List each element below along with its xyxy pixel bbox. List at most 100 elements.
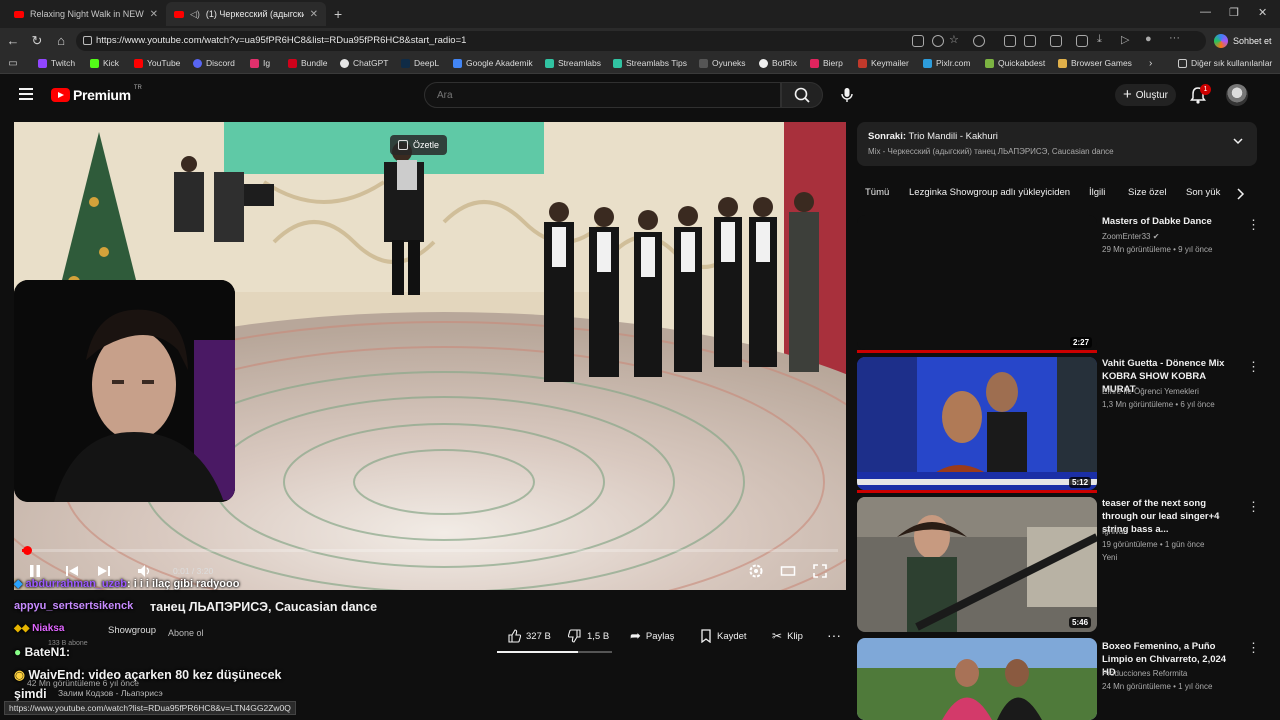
chip-uploader[interactable]: Lezginka Showgroup adlı yükleyiciden [901,182,1078,204]
more-options-icon[interactable]: ⋮ [1247,217,1260,233]
bookmark-twitch[interactable]: Twitch [38,58,75,68]
up-next-song: Trio Mandili - Kakhuri [908,131,998,142]
maximize-icon[interactable]: ❐ [1229,6,1239,19]
search-input[interactable] [425,83,755,107]
bookmark-browser-games[interactable]: Browser Games [1058,58,1132,68]
share-icon[interactable]: ▷ [1121,33,1129,46]
playlist-up-next-panel[interactable]: Sonraki: Trio Mandili - Kakhuri Mix - Че… [857,122,1257,166]
collections-icon[interactable] [1076,35,1088,47]
save-button[interactable]: Kaydet [690,624,757,648]
video-duration: 5:46 [1069,617,1092,628]
reading-list-icon[interactable]: ▭ [5,56,21,72]
close-tab-icon[interactable]: ✕ [310,9,318,20]
copilot-button[interactable]: Sohbet et [1214,31,1272,51]
bookmark-pixlr[interactable]: Pixlr.com [923,58,970,68]
search-button[interactable] [781,82,823,108]
video-thumbnail[interactable] [857,638,1097,720]
bookmark-google-akademik[interactable]: Google Akademik [453,58,533,68]
split-screen-icon[interactable] [1004,35,1016,47]
bookmark-streamlabs-tips[interactable]: Streamlabs Tips [613,58,687,68]
dislike-button[interactable]: 1,5 B [558,624,619,648]
close-tab-icon[interactable]: ✕ [150,9,158,20]
bookmarks-more-chevron-icon[interactable]: › [1149,58,1152,69]
chip-recent[interactable]: Son yük [1178,182,1228,204]
clip-button[interactable]: ✂ Klip [762,624,813,648]
youtube-logo-icon [51,88,70,102]
favorite-star-icon[interactable]: ☆ [949,33,959,46]
recommended-video[interactable]: 5:46 teaser of the next song through our… [857,497,1260,632]
more-options-icon[interactable]: ⋮ [1247,640,1260,656]
chat-message: ● BateN1: [14,645,70,659]
bookmark-bierp[interactable]: Bierp [810,58,843,68]
chevron-down-icon[interactable] [1233,136,1243,146]
video-thumbnail[interactable] [857,357,1097,490]
minimize-icon[interactable]: — [1200,6,1211,18]
download-icon[interactable]: ⤓ [1097,33,1102,46]
chip-all[interactable]: Tümü [857,182,897,204]
hamburger-menu-icon[interactable] [19,88,33,100]
app-install-icon[interactable] [912,35,924,47]
back-icon[interactable]: ← [5,33,21,49]
close-window-icon[interactable]: ✕ [1258,6,1267,19]
chip-for-you[interactable]: Size özel [1120,182,1175,204]
menu-dots-icon[interactable]: ··· [1169,32,1180,44]
sidebar-icon[interactable] [1050,35,1062,47]
bookmark-chatgpt[interactable]: ChatGPT [340,58,388,68]
more-actions-icon[interactable]: ··· [822,624,846,648]
speaker-icon[interactable]: ◁) [190,9,200,20]
recommended-channel[interactable]: Producciones Reformita [1102,669,1187,678]
bookmark-oyuneks[interactable]: Oyuneks [699,58,746,68]
chevron-right-icon[interactable] [1232,186,1248,202]
theater-mode-icon[interactable] [780,563,796,579]
video-progress-bar[interactable] [22,549,838,552]
puzzle-icon[interactable] [1024,35,1036,47]
bookmark-keymailer[interactable]: Keymailer [858,58,909,68]
browser-tab-active[interactable]: ◁) (1) Черкесский (адыгский) та... ✕ [166,2,326,26]
fullscreen-icon[interactable] [812,563,828,579]
progress-scrubber-handle[interactable] [23,546,32,555]
profile-icon[interactable]: ● [1145,33,1152,45]
bookmark-ig[interactable]: Ig [250,58,270,68]
recommended-channel[interactable]: Emre İle Öğrenci Yemekleri [1102,387,1199,396]
share-button[interactable]: ➦ Paylaş [620,624,684,648]
youtube-premium-logo[interactable]: Premium TR [51,85,142,103]
bookmark-discord[interactable]: Discord [193,58,235,68]
recommended-video[interactable]: 5:12 Vahit Guetta - Dönence Mix KOBRA SH… [857,357,1260,490]
tracking-icon[interactable] [932,35,944,47]
home-icon[interactable]: ⌂ [53,33,69,49]
other-favorites-folder[interactable]: Diğer sık kullanılanlar [1178,58,1272,68]
more-options-icon[interactable]: ⋮ [1247,499,1260,515]
video-thumbnail[interactable] [857,215,1097,350]
bookmark-streamlabs[interactable]: Streamlabs [545,58,601,68]
video-thumbnail[interactable] [857,497,1097,632]
bookmark-kick[interactable]: Kick [90,58,119,68]
settings-gear-icon[interactable] [748,563,764,579]
chip-related[interactable]: İlgili [1081,182,1113,204]
reload-icon[interactable]: ↻ [29,33,45,49]
bookmark-deepl[interactable]: DeepL [401,58,439,68]
summarize-button[interactable]: Özetle [390,135,448,155]
browser-tab[interactable]: Relaxing Night Walk in NEW YORK ✕ [6,2,166,26]
voice-search-button[interactable] [835,83,859,107]
subscribe-button[interactable]: Abone ol [168,628,204,638]
channel-name[interactable]: Showgroup [108,625,156,636]
bookmark-label: Discord [206,58,235,68]
new-tab-icon[interactable]: + [334,6,342,22]
recommended-video[interactable]: 2:27 Masters of Dabke Dance ZoomEnter33 … [857,215,1260,350]
recommended-channel[interactable]: Ignivar [1102,527,1126,536]
like-button[interactable]: 327 B [497,624,561,648]
url-field[interactable]: https://www.youtube.com/watch?v=ua95fPR6… [76,31,1206,51]
extension-icon[interactable] [973,35,985,47]
bookmark-quickabdest[interactable]: Quickabdest [985,58,1045,68]
browser-tab-bar: Relaxing Night Walk in NEW YORK ✕ ◁) (1)… [0,0,1280,28]
recommended-title[interactable]: Masters of Dabke Dance [1102,215,1232,228]
recommended-channel[interactable]: ZoomEnter33 ✔ [1102,232,1159,241]
bookmark-youtube[interactable]: YouTube [134,58,180,68]
recommended-video[interactable]: Boxeo Femenino, a Puño Limpio en Chivarr… [857,638,1260,720]
more-options-icon[interactable]: ⋮ [1247,359,1260,375]
search-icon [794,87,810,103]
bookmark-botrix[interactable]: BotRix [759,58,797,68]
bookmark-bundle[interactable]: Bundle [288,58,327,68]
account-avatar[interactable] [1226,84,1248,106]
create-button[interactable]: + Oluştur [1115,84,1176,106]
